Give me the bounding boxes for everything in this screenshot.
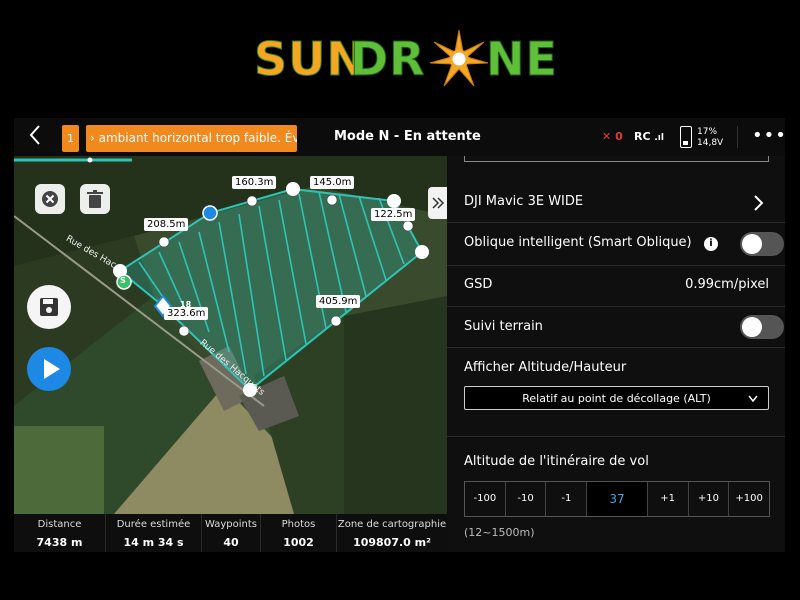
distance-label: 323.6m	[164, 307, 209, 320]
terrain-follow-row: Suivi terrain	[447, 307, 785, 348]
close-circle-icon	[42, 191, 58, 207]
stat-photos: Photos 1002	[261, 514, 336, 552]
stat-value: 14 m 34 s	[123, 536, 184, 549]
distance-label: 122.5m	[371, 208, 416, 221]
stat-waypoints: Waypoints 40	[202, 514, 260, 552]
start-marker-label: S	[120, 276, 126, 285]
top-bar: 1 › ambiant horizontal trop faible. Év M…	[14, 118, 785, 157]
stat-label: Durée estimée	[116, 519, 191, 530]
distance-label: 405.9m	[316, 295, 361, 308]
route-altitude-label: Altitude de l'itinéraire de vol	[464, 454, 649, 469]
stat-mapping-area: Zone de cartographie 109807.0 m²	[337, 514, 447, 552]
battery-icon	[680, 126, 692, 148]
stat-label: Zone de cartographie	[337, 519, 447, 530]
distance-label: 160.3m	[232, 176, 277, 189]
more-icon: •••	[752, 125, 785, 146]
altitude-range-hint: (12~1500m)	[464, 526, 535, 539]
rc-warning-count: 0	[615, 130, 623, 143]
terrain-follow-label: Suivi terrain	[464, 319, 543, 334]
more-button[interactable]: •••	[752, 125, 785, 146]
gsd-row: GSD 0.99cm/pixel	[447, 266, 785, 307]
stat-value: 109807.0 m²	[353, 536, 431, 549]
smart-oblique-toggle[interactable]	[740, 232, 784, 256]
clear-button[interactable]	[35, 184, 65, 214]
distance-label: 208.5m	[144, 218, 189, 231]
rc-signal-warning: ✕ 0	[602, 130, 623, 143]
section-divider	[447, 436, 785, 437]
settings-panel[interactable]: DJI Mavic 3E WIDE Oblique intelligent (S…	[447, 156, 785, 552]
map-view[interactable]: S 18 Rue des Hac Rue des Hacquets 160.3m…	[14, 156, 448, 514]
altitude-stepper[interactable]: -100 -10 -1 37 +1 +10 +100	[464, 481, 770, 517]
stat-label: Waypoints	[204, 519, 257, 530]
smart-oblique-label: Oblique intelligent (Smart Oblique)	[464, 235, 692, 250]
double-chevron-right-icon	[432, 197, 445, 209]
signal-bars-icon: .ıl	[654, 133, 664, 143]
play-icon	[44, 359, 60, 379]
stat-label: Distance	[37, 519, 82, 530]
stat-label: Photos	[281, 519, 316, 530]
stat-duration: Durée estimée 14 m 34 s	[106, 514, 201, 552]
gsd-value: 0.99cm/pixel	[685, 277, 769, 292]
delete-button[interactable]	[80, 184, 110, 214]
stepper-minus-1[interactable]: -1	[546, 482, 588, 516]
topbar-divider	[737, 126, 738, 148]
start-mission-button[interactable]	[27, 347, 71, 391]
smart-oblique-row: Oblique intelligent (Smart Oblique) i	[447, 223, 785, 266]
sun-logo-icon	[429, 29, 489, 87]
altitude-display-select[interactable]: Relatif au point de décollage (ALT)	[464, 386, 769, 410]
back-button[interactable]	[28, 124, 52, 150]
app-screen: 1 › ambiant horizontal trop faible. Év M…	[14, 118, 785, 552]
altitude-display-label: Afficher Altitude/Hauteur	[464, 360, 627, 375]
stepper-minus-10[interactable]: -10	[506, 482, 547, 516]
save-button[interactable]	[27, 285, 71, 329]
gsd-label: GSD	[464, 277, 493, 292]
camera-row[interactable]: DJI Mavic 3E WIDE	[447, 184, 785, 223]
rc-signal: RC .ıl	[634, 130, 664, 143]
warning-count-badge[interactable]: 1	[62, 125, 79, 152]
camera-model: DJI Mavic 3E WIDE	[464, 194, 584, 209]
stepper-plus-10[interactable]: +10	[689, 482, 730, 516]
distance-label: 145.0m	[310, 176, 355, 189]
stepper-minus-100[interactable]: -100	[465, 482, 506, 516]
stat-value: 1002	[283, 536, 314, 549]
stat-distance: Distance 7438 m	[14, 514, 105, 552]
mission-stats-bar: Distance 7438 m Durée estimée 14 m 34 s …	[14, 514, 447, 552]
chevron-down-icon	[748, 395, 758, 403]
info-icon[interactable]: i	[704, 237, 718, 251]
collapse-panel-button[interactable]	[428, 187, 448, 219]
altitude-display-value: Relatif au point de décollage (ALT)	[522, 392, 711, 405]
trash-icon	[87, 190, 103, 208]
panel-top-edge	[464, 156, 769, 162]
battery-status: 17% 14,8V	[697, 127, 723, 149]
rc-label: RC	[634, 130, 651, 143]
sundrone-logo: SUN DR NE	[250, 28, 557, 90]
logo-text-ne: NE	[486, 32, 558, 87]
stat-value: 7438 m	[36, 536, 83, 549]
stepper-plus-1[interactable]: +1	[648, 482, 689, 516]
terrain-follow-toggle[interactable]	[740, 315, 784, 339]
stat-value: 40	[223, 536, 239, 549]
save-icon	[40, 298, 58, 316]
warning-message[interactable]: › ambiant horizontal trop faible. Év	[86, 125, 297, 152]
battery-percent: 17%	[697, 127, 718, 137]
flight-mode-status: Mode N - En attente	[334, 129, 481, 144]
stepper-plus-100[interactable]: +100	[729, 482, 769, 516]
logo-text-dr: DR	[350, 32, 426, 87]
chevron-right-icon	[754, 195, 764, 211]
no-signal-icon: ✕	[602, 130, 612, 143]
altitude-value-input[interactable]: 37	[587, 482, 648, 516]
battery-voltage: 14,8V	[697, 138, 724, 148]
chevron-left-icon	[29, 125, 40, 145]
